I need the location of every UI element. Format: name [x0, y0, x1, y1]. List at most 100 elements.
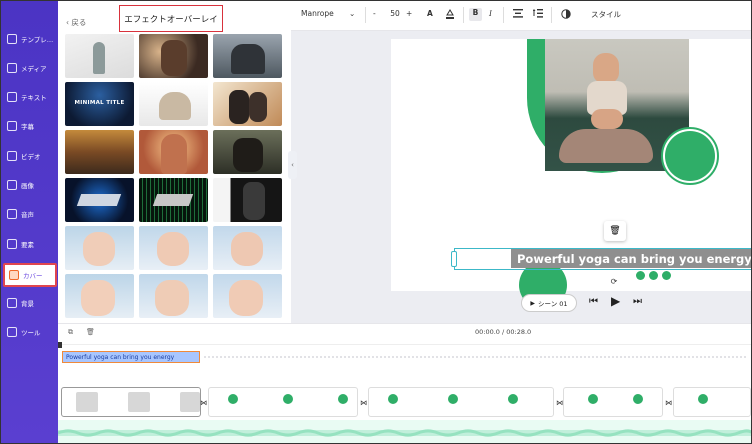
overlay-thumbnail[interactable] [213, 130, 282, 174]
overlay-thumbnail[interactable] [65, 274, 134, 318]
sidebar-item-subtitle[interactable]: 字幕 [3, 114, 57, 138]
sidebar-item-label: テンプレ… [21, 36, 54, 44]
sidebar-item-label: 要素 [21, 241, 34, 249]
overlay-thumbnail[interactable] [139, 82, 208, 126]
font-size-increase-button[interactable]: + [406, 9, 412, 18]
sidebar-item-template[interactable]: テンプレ… [3, 27, 57, 51]
font-size-decrease-button[interactable]: - [373, 9, 376, 18]
canvas-area: Powerful yoga can bring you energy ⟳ 🗑 ▶… [291, 31, 751, 323]
overlay-thumbnail[interactable] [139, 178, 208, 222]
timeline: ⧉ 🗑 00:00.0 / 00:28.0 Powerful yoga can … [57, 323, 751, 443]
facebook-icon[interactable] [636, 271, 645, 280]
chevron-left-icon: ‹ [291, 161, 294, 169]
tools-icon [7, 327, 17, 337]
chevron-down-icon: ⌄ [349, 9, 356, 18]
subtitle-icon [7, 121, 17, 131]
sidebar-item-label: 字幕 [21, 123, 34, 131]
twitter-icon[interactable] [649, 271, 658, 280]
overlay-thumbnail[interactable] [139, 274, 208, 318]
sidebar-item-media[interactable]: メディア [3, 56, 57, 80]
cover-icon [9, 270, 19, 280]
sidebar-item-background[interactable]: 背景 [3, 291, 57, 315]
scene-clip[interactable] [61, 387, 201, 417]
split-icon[interactable]: ⧉ [68, 328, 73, 337]
trash-icon: 🗑 [609, 226, 621, 236]
highlight-color-icon[interactable] [445, 9, 455, 22]
headline-text[interactable]: Powerful yoga can bring you energy [511, 249, 751, 268]
play-icon[interactable]: ▶ [611, 294, 620, 308]
transition-icon[interactable]: ⋈ [665, 399, 672, 407]
sidebar-item-text[interactable]: テキスト [3, 85, 57, 109]
sidebar-item-image[interactable]: 画像 [3, 173, 57, 197]
audio-waveform [57, 429, 751, 437]
overlay-thumbnail[interactable] [65, 130, 134, 174]
text-track-row [203, 355, 748, 359]
sidebar-item-label: 背景 [21, 300, 34, 308]
overlay-thumbnail[interactable] [139, 130, 208, 174]
transition-icon[interactable]: ⋈ [360, 399, 367, 407]
green-circle-shape [665, 131, 715, 181]
collapse-panel-handle[interactable]: ‹ [288, 151, 297, 179]
overlay-thumbnail[interactable] [213, 82, 282, 126]
thumb-title-text: MINIMAL TITLE [74, 100, 125, 106]
line-spacing-icon[interactable] [532, 9, 543, 20]
previous-icon[interactable]: ⏮ [589, 296, 598, 307]
style-button[interactable]: スタイル [591, 9, 621, 20]
template-icon [7, 34, 17, 44]
overlay-thumbnail[interactable] [213, 34, 282, 78]
overlay-thumbnail[interactable] [139, 34, 208, 78]
background-icon [7, 298, 17, 308]
sidebar: テンプレ… メディア テキスト 字幕 ビデオ 画像 音声 要素 カバー 背景 ツ… [1, 1, 58, 443]
sidebar-item-tools[interactable]: ツール [3, 320, 57, 344]
scene-selector[interactable]: ▶ シーン 01 [521, 294, 577, 312]
text-toolbar: Manrope ⌄ - 50 + A B I スタイル [291, 1, 751, 31]
sidebar-item-label: カバー [23, 272, 43, 280]
overlay-thumbnail[interactable] [139, 226, 208, 270]
back-link[interactable]: ‹ 戻る [66, 17, 86, 28]
app-window: テンプレ… メディア テキスト 字幕 ビデオ 画像 音声 要素 カバー 背景 ツ… [0, 0, 752, 444]
scene-label: シーン 01 [538, 300, 568, 308]
next-icon[interactable]: ⏭ [633, 296, 642, 307]
audio-track[interactable] [57, 420, 751, 443]
overlay-thumbnail[interactable] [65, 226, 134, 270]
text-track-clip[interactable]: Powerful yoga can bring you energy [62, 351, 200, 363]
bold-button[interactable]: B [469, 8, 482, 21]
instagram-icon[interactable] [662, 271, 671, 280]
playhead[interactable] [58, 342, 62, 348]
overlay-thumbnail[interactable] [213, 178, 282, 222]
italic-button[interactable]: I [489, 9, 492, 18]
opacity-icon[interactable] [561, 9, 571, 21]
overlay-thumbnail[interactable] [65, 34, 134, 78]
sidebar-item-label: ツール [21, 329, 41, 337]
align-icon[interactable] [513, 9, 523, 20]
overlay-thumbnail[interactable]: MINIMAL TITLE [65, 82, 134, 126]
sidebar-item-elements[interactable]: 要素 [3, 232, 57, 256]
media-icon [7, 63, 17, 73]
time-display: 00:00.0 / 00:28.0 [475, 328, 532, 336]
resize-handle[interactable] [451, 251, 457, 267]
scene-clip[interactable] [563, 387, 663, 417]
overlay-thumbnail[interactable] [213, 226, 282, 270]
sidebar-item-cover[interactable]: カバー [3, 263, 57, 287]
sidebar-item-label: 画像 [21, 182, 34, 190]
sidebar-item-label: 音声 [21, 211, 34, 219]
rotate-icon[interactable]: ⟳ [608, 275, 620, 287]
font-size-input[interactable]: 50 [385, 9, 405, 18]
sidebar-item-audio[interactable]: 音声 [3, 202, 57, 226]
trash-icon[interactable]: 🗑 [86, 328, 95, 336]
font-color-icon[interactable]: A [427, 9, 433, 18]
effect-overlay-library: ‹ 戻る エフェクトオーバーレイ MINIMAL TITLE [58, 1, 287, 323]
scene-clip[interactable] [673, 387, 751, 417]
elements-icon [7, 239, 17, 249]
video-icon [7, 151, 17, 161]
audio-icon [7, 209, 17, 219]
transition-icon[interactable]: ⋈ [556, 399, 563, 407]
sidebar-item-video[interactable]: ビデオ [3, 144, 57, 168]
text-icon [7, 92, 17, 102]
overlay-thumbnail[interactable] [213, 274, 282, 318]
transition-icon[interactable]: ⋈ [200, 399, 207, 407]
delete-element-button[interactable]: 🗑 [604, 221, 626, 241]
font-family-select[interactable]: Manrope ⌄ [301, 9, 361, 18]
overlay-thumbnail[interactable] [65, 178, 134, 222]
library-title: エフェクトオーバーレイ [119, 5, 223, 32]
